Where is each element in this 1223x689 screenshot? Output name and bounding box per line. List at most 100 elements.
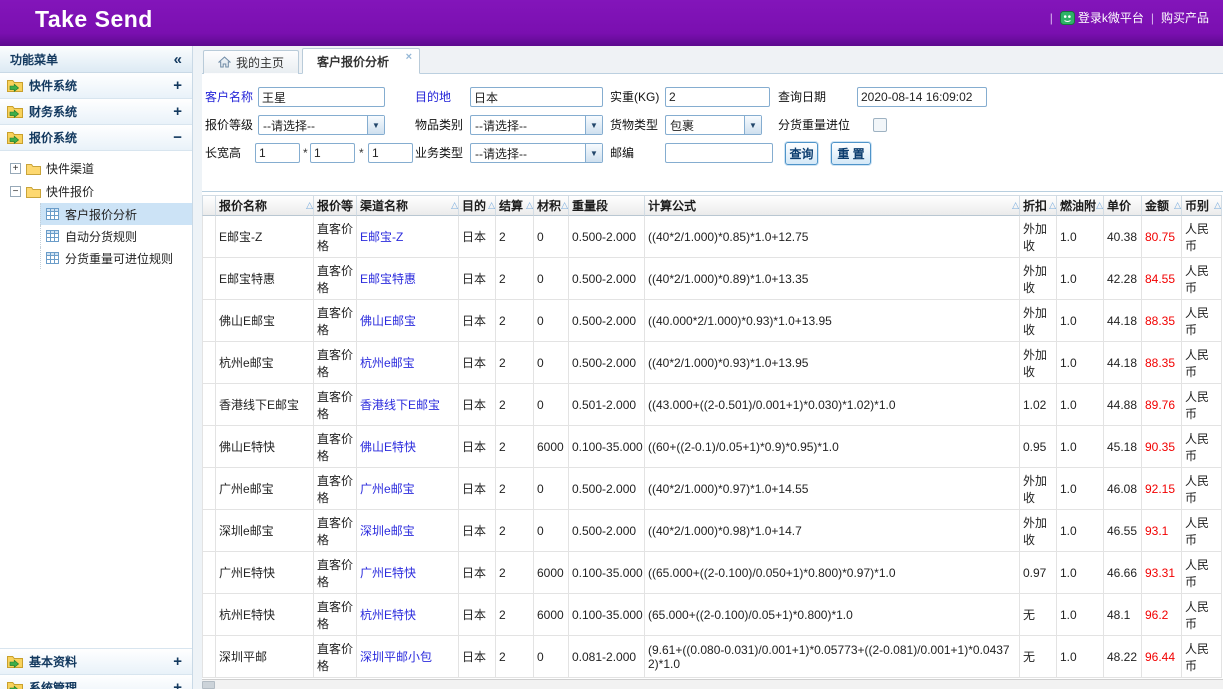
cell-amount: 89.76 (1142, 384, 1182, 426)
expand-plus-icon[interactable]: + (173, 679, 182, 689)
cell-formula: ((60+((2-0.1)/0.05+1)*0.9)*0.95)*1.0 (645, 426, 1020, 468)
zipcode-input[interactable] (665, 143, 773, 163)
chevron-down-icon[interactable]: ▼ (367, 116, 384, 134)
table-row: 佛山E特快直客价格佛山E特快日本260000.100-35.000((60+((… (202, 426, 1222, 468)
sort-icon: △ (451, 200, 458, 211)
channel-link[interactable]: 杭州e邮宝 (360, 356, 415, 370)
tree-leaf-auto-split-rules[interactable]: 自动分货规则 (40, 225, 192, 247)
sidebar-section-quote[interactable]: 报价系统 − (0, 125, 192, 151)
plus-box-icon[interactable]: + (10, 163, 21, 174)
row-select-cell (202, 300, 216, 342)
cell-range: 0.500-2.000 (569, 258, 645, 300)
cell-price: 44.18 (1104, 342, 1142, 384)
column-header-13[interactable]: 币别△ (1182, 195, 1222, 216)
cell-fuel: 1.0 (1057, 552, 1104, 594)
cell-price: 40.38 (1104, 216, 1142, 258)
business-type-select[interactable]: --请选择-- ▼ (470, 143, 603, 163)
destination-input[interactable] (470, 87, 603, 107)
cell-channel: 深圳e邮宝 (357, 510, 459, 552)
channel-link[interactable]: 佛山E特快 (360, 440, 416, 454)
cell-discount: 外加收 (1020, 342, 1057, 384)
column-header-6[interactable]: 材积△ (534, 195, 569, 216)
weight-label: 实重(KG) (610, 87, 659, 107)
sidebar-splitter[interactable] (193, 46, 202, 689)
login-kwei-link[interactable]: 登录k微平台 (1060, 9, 1144, 26)
column-header-9[interactable]: 折扣△ (1020, 195, 1057, 216)
sidebar-section-system-admin[interactable]: 系统管理 + (0, 675, 192, 689)
column-header-8[interactable]: 计算公式△ (645, 195, 1020, 216)
sidebar-section-finance[interactable]: 财务系统 + (0, 99, 192, 125)
length-input[interactable] (255, 143, 300, 163)
cell-range: 0.500-2.000 (569, 300, 645, 342)
cell-dest: 日本 (459, 468, 496, 510)
column-header-10[interactable]: 燃油附△ (1057, 195, 1104, 216)
cell-dest: 日本 (459, 594, 496, 636)
channel-link[interactable]: 深圳e邮宝 (360, 524, 415, 538)
row-select-cell (202, 510, 216, 552)
channel-link[interactable]: E邮宝特惠 (360, 272, 416, 286)
channel-link[interactable]: 广州E特快 (360, 566, 416, 580)
tree-leaf-split-weight-carry-rules[interactable]: 分货重量可进位规则 (40, 247, 192, 269)
cell-channel: E邮宝特惠 (357, 258, 459, 300)
cell-volume: 6000 (534, 426, 569, 468)
tab-strip: 我的主页 客户报价分析 × (202, 46, 1223, 74)
sort-icon: △ (1174, 200, 1181, 211)
sidebar-title: 功能菜单 (10, 51, 58, 68)
expand-plus-icon[interactable]: + (173, 77, 182, 94)
search-button[interactable]: 查询 (785, 142, 818, 165)
tab-customer-quote-analysis[interactable]: 客户报价分析 × (302, 48, 420, 74)
scrollbar-left-button[interactable] (202, 681, 215, 689)
sidebar-section-express[interactable]: 快件系统 + (0, 73, 192, 99)
sidebar: 功能菜单 « 快件系统 + 财务系统 + 报价系统 − + 快件渠道 − (0, 46, 193, 689)
expand-plus-icon[interactable]: + (173, 653, 182, 670)
tab-my-homepage[interactable]: 我的主页 (203, 50, 299, 74)
customer-name-input[interactable] (258, 87, 385, 107)
channel-link[interactable]: E邮宝-Z (360, 230, 403, 244)
expand-plus-icon[interactable]: + (173, 103, 182, 120)
horizontal-scrollbar[interactable] (202, 679, 1223, 689)
chevron-down-icon[interactable]: ▼ (585, 116, 602, 134)
channel-link[interactable]: 杭州E特快 (360, 608, 416, 622)
sidebar-section-basic-data[interactable]: 基本资料 + (0, 649, 192, 675)
column-header-4[interactable]: 目的△ (459, 195, 496, 216)
width-input[interactable] (310, 143, 355, 163)
minus-box-icon[interactable]: − (10, 186, 21, 197)
channel-link[interactable]: 广州e邮宝 (360, 482, 415, 496)
buy-product-link[interactable]: 购买产品 (1161, 9, 1209, 26)
collapse-minus-icon[interactable]: − (173, 129, 182, 146)
tree-leaf-customer-quote-analysis[interactable]: 客户报价分析 (40, 203, 192, 225)
cargo-type-select[interactable]: 包裹 ▼ (665, 115, 762, 135)
column-header-12[interactable]: 金额△ (1142, 195, 1182, 216)
sort-icon: △ (1214, 200, 1221, 211)
channel-link[interactable]: 香港线下E邮宝 (360, 398, 440, 412)
split-weight-carry-checkbox[interactable] (873, 118, 887, 132)
column-header-1[interactable]: 报价名称△ (216, 195, 314, 216)
close-icon[interactable]: × (406, 51, 412, 63)
cell-range: 0.081-2.000 (569, 636, 645, 678)
collapse-sidebar-icon[interactable]: « (174, 51, 182, 68)
sidebar-bottom: 基本资料 + 系统管理 + (0, 648, 192, 689)
channel-link[interactable]: 佛山E邮宝 (360, 314, 416, 328)
chevron-down-icon[interactable]: ▼ (744, 116, 761, 134)
tree-node-express-quote[interactable]: − 快件报价 (8, 180, 192, 203)
row-select-cell (202, 594, 216, 636)
column-header-5[interactable]: 结算△ (496, 195, 534, 216)
table-row: 深圳e邮宝直客价格深圳e邮宝日本200.500-2.000((40*2/1.00… (202, 510, 1222, 552)
grid-icon (46, 208, 59, 220)
cell-amount: 96.2 (1142, 594, 1182, 636)
reset-button[interactable]: 重 置 (831, 142, 871, 165)
cell-range: 0.500-2.000 (569, 216, 645, 258)
query-date-input[interactable] (857, 87, 987, 107)
cell-volume: 0 (534, 300, 569, 342)
cell-formula: ((43.000+((2-0.501)/0.001+1)*0.030)*1.02… (645, 384, 1020, 426)
item-category-select[interactable]: --请选择-- ▼ (470, 115, 603, 135)
weight-input[interactable] (665, 87, 770, 107)
cell-dest: 日本 (459, 216, 496, 258)
channel-link[interactable]: 深圳平邮小包 (360, 650, 432, 664)
quote-grade-select[interactable]: --请选择-- ▼ (258, 115, 385, 135)
chevron-down-icon[interactable]: ▼ (585, 144, 602, 162)
height-input[interactable] (368, 143, 413, 163)
column-header-3[interactable]: 渠道名称△ (357, 195, 459, 216)
tree-node-express-channel[interactable]: + 快件渠道 (8, 157, 192, 180)
cell-dest: 日本 (459, 426, 496, 468)
